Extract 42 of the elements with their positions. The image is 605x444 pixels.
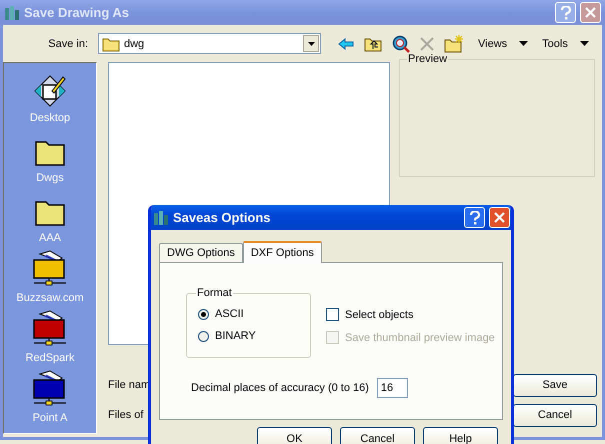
radio-label[interactable]: BINARY	[215, 330, 256, 342]
app-icon	[4, 4, 20, 20]
checkbox[interactable]	[326, 308, 339, 321]
window-title: Save Drawing As	[24, 5, 130, 20]
caret-icon	[519, 41, 528, 46]
dialog-button[interactable]: OK	[257, 427, 332, 444]
save-button[interactable]: Save	[513, 374, 597, 396]
accuracy-label: Decimal places of accuracy (0 to 16)	[191, 382, 369, 394]
radio-button[interactable]	[198, 308, 209, 320]
new-folder-icon[interactable]	[444, 34, 464, 52]
up-folder-icon[interactable]	[364, 36, 382, 52]
help-button[interactable]	[464, 207, 485, 228]
group-label: Format	[196, 287, 233, 299]
menu-button[interactable]: Views	[478, 38, 528, 50]
close-button[interactable]	[489, 207, 510, 228]
window-title: Saveas Options	[173, 210, 272, 225]
tab[interactable]: DWG Options	[159, 243, 243, 262]
close-icon	[494, 212, 505, 223]
question-mark-icon	[468, 210, 480, 224]
back-arrow-icon[interactable]	[338, 38, 354, 50]
dialog-button[interactable]: Help	[423, 427, 498, 444]
globe-search-icon[interactable]	[392, 34, 410, 52]
dropdown-button[interactable]	[303, 35, 319, 52]
question-mark-icon	[560, 6, 572, 20]
file-type-label: Files of	[108, 409, 144, 421]
app-icon	[153, 210, 169, 226]
menu-button[interactable]: Tools	[542, 38, 589, 50]
accuracy-input[interactable]: 16	[376, 378, 408, 398]
folder-icon	[102, 36, 120, 52]
radio-button[interactable]	[198, 330, 209, 342]
cancel-button[interactable]: Cancel	[513, 404, 597, 426]
checkbox-label[interactable]: Select objects	[345, 308, 414, 320]
preview-label: Preview	[407, 53, 448, 65]
tab[interactable]: DXF Options	[242, 241, 322, 263]
save-in-label: Save in:	[47, 38, 89, 50]
caret-icon	[580, 41, 589, 46]
dialog-button[interactable]: Cancel	[340, 427, 415, 444]
desktop-icon	[33, 74, 67, 108]
radio-label[interactable]: ASCII	[215, 308, 244, 320]
close-icon	[585, 7, 596, 18]
save-in-dropdown[interactable]: dwg	[98, 33, 321, 54]
caret-icon	[308, 42, 314, 46]
